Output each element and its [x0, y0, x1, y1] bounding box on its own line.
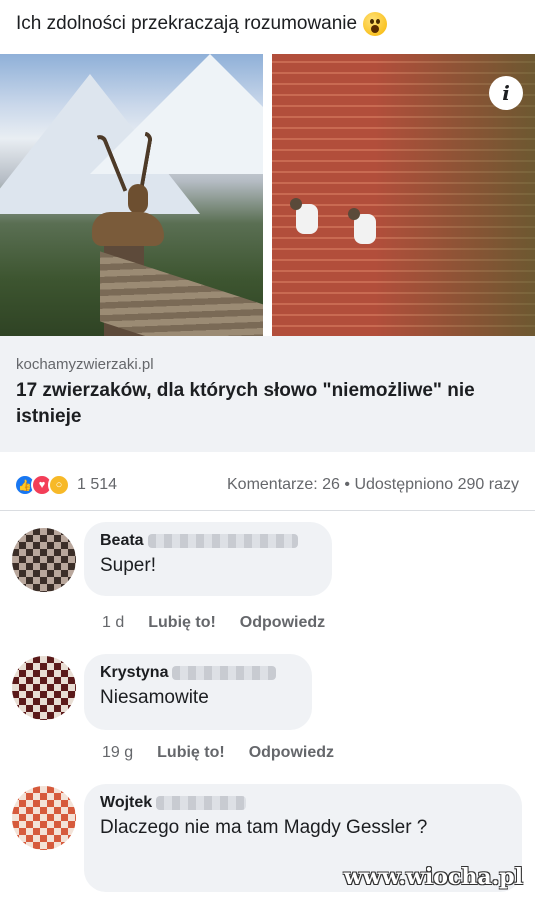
comment-bubble: Beata Super! — [84, 522, 332, 596]
goats-wall-photo: i — [272, 54, 535, 336]
reactions-summary[interactable]: 👍 ♥ ○ 1 514 — [14, 474, 117, 496]
astonished-face-icon — [363, 12, 388, 36]
reaction-count: 1 514 — [77, 476, 118, 493]
reply-button[interactable]: Odpowiedz — [240, 614, 325, 632]
link-domain: kochamyzwierzaki.pl — [16, 356, 154, 373]
comment-actions: 19 g Lubię to! Odpowiedz — [102, 744, 334, 762]
comment-actions: 1 d Lubię to! Odpowiedz — [102, 614, 325, 632]
comment-author[interactable]: Krystyna — [100, 664, 296, 682]
divider — [0, 510, 535, 511]
avatar[interactable] — [12, 656, 76, 720]
comment-text: Niesamowite — [100, 687, 209, 708]
comment-author[interactable]: Beata — [100, 532, 316, 550]
blurred-surname — [172, 666, 277, 680]
avatar[interactable] — [12, 786, 76, 850]
avatar[interactable] — [12, 528, 76, 592]
post-text: Ich zdolności przekraczają rozumowanie — [16, 12, 388, 36]
blurred-surname — [147, 534, 298, 548]
like-button[interactable]: Lubię to! — [148, 614, 216, 632]
link-preview-card[interactable]: i kochamyzwierzaki.pl 17 zwierzaków, dla… — [0, 54, 535, 452]
wow-icon: ○ — [48, 474, 70, 496]
info-icon[interactable]: i — [489, 76, 523, 110]
comment-text: Dlaczego nie ma tam Magdy Gessler ? — [100, 817, 428, 838]
comments-shares-stats[interactable]: Komentarze: 26 • Udostępniono 290 razy — [227, 476, 519, 494]
comment-time[interactable]: 19 g — [102, 744, 133, 762]
site-watermark: www.wiocha.pl — [343, 864, 523, 890]
ibex-photo — [0, 54, 263, 336]
comment-author[interactable]: Wojtek — [100, 794, 506, 812]
like-button[interactable]: Lubię to! — [157, 744, 225, 762]
comment-text: Super! — [100, 555, 156, 576]
post-message: Ich zdolności przekraczają rozumowanie — [16, 13, 358, 34]
blurred-surname — [156, 796, 247, 810]
comment-time[interactable]: 1 d — [102, 614, 124, 632]
comment-bubble: Krystyna Niesamowite — [84, 654, 312, 730]
link-title[interactable]: 17 zwierzaków, dla których słowo "niemoż… — [16, 378, 521, 430]
reply-button[interactable]: Odpowiedz — [249, 744, 334, 762]
link-preview-images: i — [0, 54, 535, 336]
